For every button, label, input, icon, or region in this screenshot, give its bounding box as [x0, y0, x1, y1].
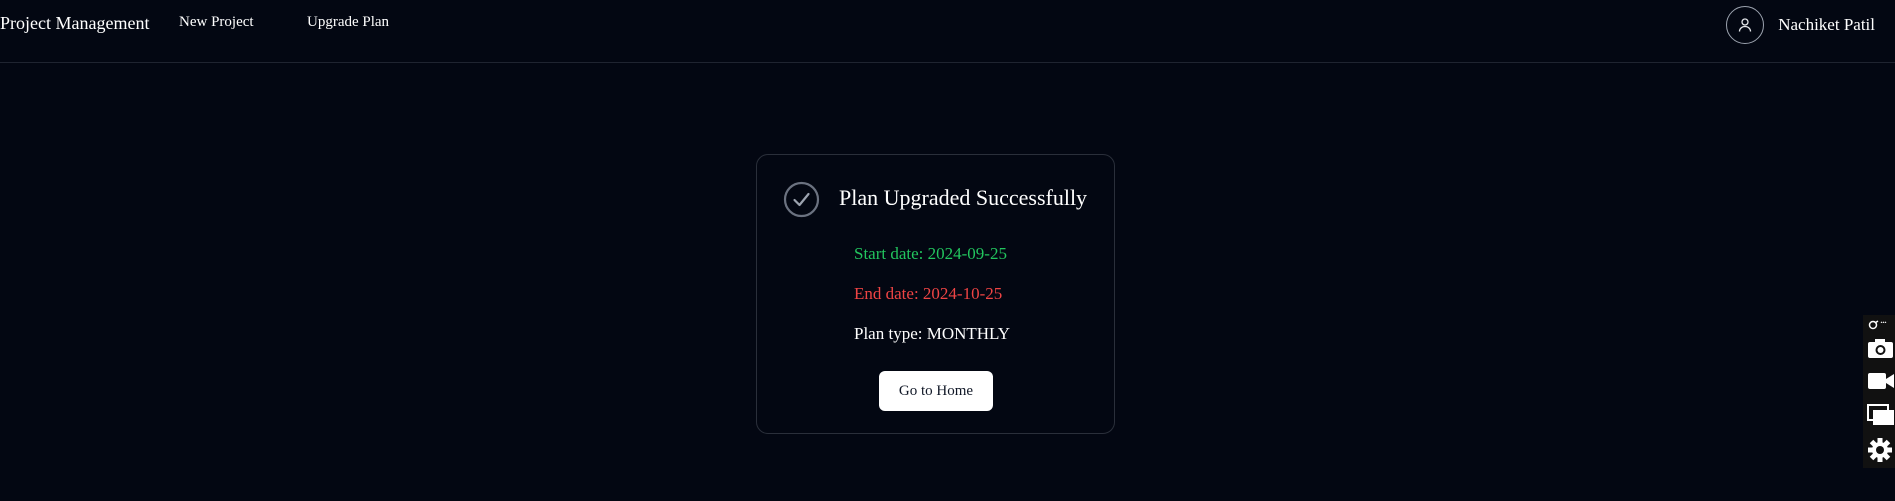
plan-type: Plan type: MONTHLY — [854, 324, 1011, 343]
check-circle-icon — [783, 181, 820, 218]
settings-icon[interactable] — [1867, 437, 1895, 463]
end-date: End date: 2024-10-25 — [854, 284, 1003, 303]
user-name: Nachiket Patil — [1778, 15, 1875, 34]
more-icon[interactable]: ... — [1880, 312, 1887, 327]
upgrade-success-card: Plan Upgraded Successfully Start date: 2… — [756, 154, 1115, 434]
start-date: Start date: 2024-09-25 — [854, 244, 1007, 263]
user-icon[interactable] — [1726, 6, 1765, 44]
go-to-home-button[interactable]: Go to Home — [879, 371, 993, 411]
nav-link-upgrade-plan[interactable]: Upgrade Plan — [307, 14, 389, 31]
card-title: Plan Upgraded Successfully — [839, 185, 1088, 210]
video-icon[interactable] — [1867, 371, 1895, 391]
windows-icon[interactable] — [1867, 404, 1895, 426]
user-menu[interactable]: Nachiket Patil — [1726, 5, 1875, 45]
nav-link-new-project[interactable]: New Project — [179, 14, 254, 31]
brand-title[interactable]: Project Management — [0, 13, 149, 34]
side-toolbar: ... — [1863, 312, 1895, 468]
camera-icon[interactable] — [1867, 337, 1895, 359]
top-navbar: Project Management New Project Upgrade P… — [0, 0, 1895, 63]
